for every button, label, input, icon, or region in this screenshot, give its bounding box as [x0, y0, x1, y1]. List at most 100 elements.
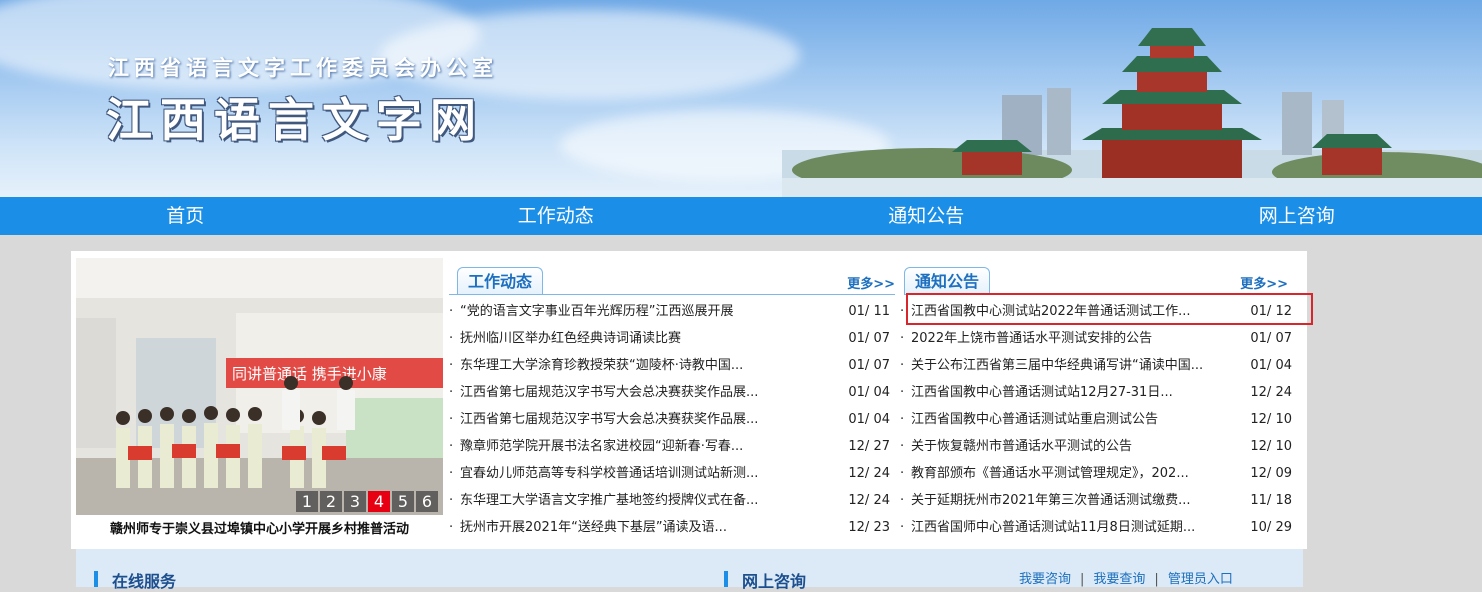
list-item[interactable]: · 抚州市开展2021年“送经典下基层”诵读及语... 12/ 23	[449, 514, 890, 541]
pavilion-image	[782, 0, 1482, 197]
list-item-title[interactable]: 豫章师范学院开展书法名家进校园“迎新春·写春...	[460, 433, 820, 460]
list-item-title[interactable]: 江西省国教中心普通话测试站重启测试公告	[911, 406, 1211, 433]
list-item-title[interactable]: 关于公布江西省第三届中华经典诵写讲“诵读中国...	[911, 352, 1211, 379]
highlight-box	[906, 293, 1313, 325]
list-item-title[interactable]: 关于恢复赣州市普通话水平测试的公告	[911, 433, 1211, 460]
bullet-dot: ·	[449, 433, 453, 460]
admin-entry-link[interactable]: 管理员入口	[1168, 572, 1233, 587]
list-item-title[interactable]: 东华理工大学涂育珍教授荣获“迦陵杯·诗教中国...	[460, 352, 820, 379]
list-item[interactable]: · 教育部颁布《普通话水平测试管理规定》，202... 12/ 09	[900, 460, 1292, 487]
slider-page-5[interactable]: 5	[392, 491, 414, 512]
bullet-dot: ·	[449, 487, 453, 514]
bullet-dot: ·	[449, 460, 453, 487]
list-item[interactable]: ·“党的语言文字事业百年光辉历程”江西巡展开展01/ 11	[449, 298, 890, 325]
bullet-dot: ·	[449, 352, 453, 379]
main-nav: 首页 工作动态 通知公告 网上咨询	[0, 197, 1482, 235]
bullet-dot: ·	[900, 487, 904, 514]
section-marker	[724, 571, 728, 587]
online-consult-heading: 网上咨询	[742, 568, 806, 592]
list-item-date: 12/ 09	[1250, 460, 1292, 487]
list-item[interactable]: ·江西省第七届规范汉字书写大会总决赛获奖作品展...01/ 04	[449, 406, 890, 433]
bullet-dot: ·	[900, 514, 904, 541]
list-item[interactable]: · 江西省国教中心普通话测试站12月27-31日... 12/ 24	[900, 379, 1292, 406]
bullet-dot: ·	[900, 433, 904, 460]
slider-page-4[interactable]: 4	[368, 491, 390, 512]
tab-work-news[interactable]: 工作动态	[457, 267, 543, 295]
list-item-date: 01/ 07	[848, 325, 890, 352]
list-item-date: 01/ 07	[1250, 325, 1292, 352]
consult-links: 我要咨询 | 我要查询 | 管理员入口	[1019, 568, 1233, 587]
list-item-title[interactable]: 江西省第七届规范汉字书写大会总决赛获奖作品展...	[460, 406, 820, 433]
link-separator: |	[1080, 572, 1084, 587]
news-slider-image[interactable]: 同讲普通话 携手进小康	[76, 258, 443, 515]
list-item[interactable]: · 江西省第七届规范汉字书写大会总决赛获奖作品展... 01/ 04	[449, 379, 890, 406]
list-item-date: 12/ 24	[1250, 379, 1292, 406]
list-item[interactable]: · 2022年上饶市普通话水平测试安排的公告 01/ 07	[900, 325, 1292, 352]
notice-more-link[interactable]: 更多>>	[1240, 273, 1288, 292]
site-banner: 江西省语言文字工作委员会办公室 江西语言文字网	[0, 0, 1482, 197]
list-item[interactable]: · 豫章师范学院开展书法名家进校园“迎新春·写春... 12/ 27	[449, 433, 890, 460]
divider	[449, 294, 895, 295]
list-item[interactable]: ·江西省国教中心普通话测试站重启测试公告12/ 10	[900, 406, 1292, 433]
slider-page-2[interactable]: 2	[320, 491, 342, 512]
list-item-date: 01/ 07	[848, 352, 890, 379]
notice-list: ·江西省国教中心测试站2022年普通话测试工作...01/ 12·2022年上饶…	[900, 298, 1292, 541]
link-separator: |	[1154, 572, 1158, 587]
slide-banner-text: 同讲普通话 携手进小康	[232, 365, 387, 383]
query-link[interactable]: 我要查询	[1093, 572, 1145, 587]
list-item[interactable]: · 关于恢复赣州市普通话水平测试的公告 12/ 10	[900, 433, 1292, 460]
site-title: 江西语言文字网	[106, 84, 484, 150]
list-item[interactable]: ·关于延期抚州市2021年第三次普通话测试缴费...11/ 18	[900, 487, 1292, 514]
notice-header: 通知公告 更多>>	[904, 267, 1288, 295]
list-item-date: 01/ 04	[1250, 352, 1292, 379]
slider-page-1[interactable]: 1	[296, 491, 318, 512]
list-item-title[interactable]: 关于延期抚州市2021年第三次普通话测试缴费...	[911, 487, 1211, 514]
list-item-title[interactable]: “党的语言文字事业百年光辉历程”江西巡展开展	[460, 298, 820, 325]
list-item[interactable]: · 东华理工大学语言文字推广基地签约授牌仪式在备... 12/ 24	[449, 487, 890, 514]
bullet-dot: ·	[900, 460, 904, 487]
bullet-dot: ·	[900, 325, 904, 352]
list-item-title[interactable]: 江西省国师中心普通话测试站11月8日测试延期...	[911, 514, 1211, 541]
bullet-dot: ·	[900, 298, 904, 325]
list-item-date: 01/ 04	[848, 379, 890, 406]
work-news-more-link[interactable]: 更多>>	[847, 273, 895, 292]
site-subtitle: 江西省语言文字工作委员会办公室	[108, 52, 498, 82]
slider-page-3[interactable]: 3	[344, 491, 366, 512]
bullet-dot: ·	[449, 298, 453, 325]
bullet-dot: ·	[900, 379, 904, 406]
list-item-date: 12/ 10	[1250, 406, 1292, 433]
list-item-date: 12/ 27	[848, 433, 890, 460]
slide-photo: 同讲普通话 携手进小康	[76, 258, 443, 515]
list-item-title[interactable]: 抚州临川区举办红色经典诗词诵读比赛	[460, 325, 820, 352]
bullet-dot: ·	[449, 514, 453, 541]
online-service-heading: 在线服务	[112, 568, 176, 592]
nav-online-consult[interactable]: 网上咨询	[1112, 197, 1482, 235]
list-item-date: 12/ 24	[848, 460, 890, 487]
ask-question-link[interactable]: 我要咨询	[1019, 572, 1071, 587]
list-item-date: 12/ 10	[1250, 433, 1292, 460]
list-item-title[interactable]: 江西省第七届规范汉字书写大会总决赛获奖作品展...	[460, 379, 820, 406]
slider-page-6[interactable]: 6	[416, 491, 438, 512]
list-item[interactable]: ·江西省国师中心普通话测试站11月8日测试延期...10/ 29	[900, 514, 1292, 541]
list-item-title[interactable]: 2022年上饶市普通话水平测试安排的公告	[911, 325, 1211, 352]
list-item-title[interactable]: 教育部颁布《普通话水平测试管理规定》，202...	[911, 460, 1211, 487]
list-item[interactable]: · 东华理工大学涂育珍教授荣获“迦陵杯·诗教中国... 01/ 07	[449, 352, 890, 379]
nav-notices[interactable]: 通知公告	[741, 197, 1112, 235]
bullet-dot: ·	[449, 379, 453, 406]
slider-pager: 1 2 3 4 5 6	[294, 491, 438, 512]
list-item-title[interactable]: 江西省国教中心普通话测试站12月27-31日...	[911, 379, 1211, 406]
slider-caption[interactable]: 赣州师专于崇义县过埠镇中心小学开展乡村推普活动	[76, 516, 443, 544]
list-item-date: 01/ 04	[848, 406, 890, 433]
list-item[interactable]: · 宜春幼儿师范高等专科学校普通话培训测试站新测... 12/ 24	[449, 460, 890, 487]
list-item[interactable]: ·关于公布江西省第三届中华经典诵写讲“诵读中国...01/ 04	[900, 352, 1292, 379]
nav-work-news[interactable]: 工作动态	[371, 197, 742, 235]
list-item[interactable]: ·抚州临川区举办红色经典诗词诵读比赛01/ 07	[449, 325, 890, 352]
work-news-list: ·“党的语言文字事业百年光辉历程”江西巡展开展01/ 11·抚州临川区举办红色经…	[449, 298, 890, 541]
list-item-date: 12/ 23	[848, 514, 890, 541]
tab-notices[interactable]: 通知公告	[904, 267, 990, 295]
list-item-title[interactable]: 抚州市开展2021年“送经典下基层”诵读及语...	[460, 514, 820, 541]
nav-home[interactable]: 首页	[0, 197, 371, 235]
list-item-date: 12/ 24	[848, 487, 890, 514]
list-item-title[interactable]: 东华理工大学语言文字推广基地签约授牌仪式在备...	[460, 487, 820, 514]
list-item-title[interactable]: 宜春幼儿师范高等专科学校普通话培训测试站新测...	[460, 460, 820, 487]
